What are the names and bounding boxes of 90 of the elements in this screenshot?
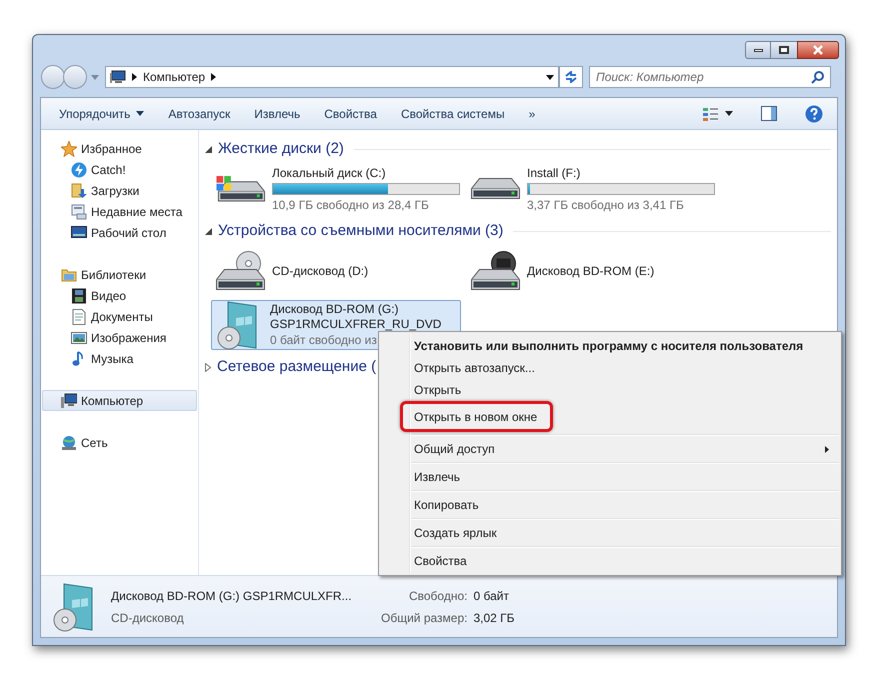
submenu-arrow-icon [825, 446, 829, 452]
menu-item[interactable]: Открыть [379, 379, 841, 401]
star-icon [61, 140, 77, 156]
sidebar-item[interactable]: Избранное [42, 138, 197, 159]
expand-icon[interactable] [205, 362, 211, 372]
toolbar-button[interactable]: Автозапуск [160, 102, 238, 126]
optical-drive-icon [216, 251, 266, 291]
details-label: Свободно: [408, 588, 468, 604]
sidebar-item[interactable]: Библиотеки [42, 264, 197, 285]
menu-item[interactable]: Свойства [379, 550, 841, 572]
menu-item[interactable]: Открыть автозапуск... [379, 357, 841, 379]
view-options-button[interactable] [703, 106, 733, 120]
details-name: Дисковод BD-ROM (G:) GSP1RMCULXFR... [111, 588, 353, 604]
details-type: CD-дисковод [111, 610, 185, 626]
sidebar-item[interactable]: Рабочий стол [42, 222, 197, 243]
address-bar[interactable]: Компьютер [105, 66, 559, 88]
caret-icon [725, 111, 733, 116]
menu-item[interactable]: Общий доступ [379, 438, 841, 466]
folder-icon [61, 266, 77, 282]
globe-icon [61, 434, 77, 450]
details-value: 3,02 ГБ [473, 610, 515, 626]
details-view-icon [703, 106, 719, 120]
lightning-icon [71, 162, 87, 178]
dropdown-icon[interactable] [546, 74, 554, 80]
free-space-text: 10,9 ГБ свободно из 28,4 ГБ [272, 196, 430, 212]
drive-name: Дисковод BD-ROM (E:) [527, 264, 654, 278]
sidebar-item[interactable]: Изображения [42, 327, 197, 348]
toolbar-button[interactable]: Свойства системы [392, 102, 513, 126]
sidebar-item[interactable]: Музыка [42, 348, 197, 369]
refresh-button[interactable] [559, 66, 583, 88]
toolbar-button[interactable]: » [520, 102, 544, 126]
hard-drive-icon [471, 178, 521, 200]
toolbar-button[interactable]: Упорядочить [51, 102, 152, 126]
drive-name: Локальный диск (C:) [272, 166, 387, 180]
close-icon [812, 45, 824, 55]
picture-icon [71, 330, 87, 346]
forward-button[interactable] [63, 65, 87, 89]
maximize-icon [779, 46, 789, 54]
section-header[interactable]: Устройства со съемными носителями (3) [218, 220, 504, 242]
hard-drive-icon [216, 175, 266, 203]
menu-item[interactable]: Создать ярлык [379, 522, 841, 550]
menu-item[interactable]: Извлечь [379, 466, 841, 494]
refresh-icon [564, 71, 578, 83]
drive-item[interactable]: Дисковод BD-ROM (E:) [466, 246, 716, 296]
preview-pane-icon[interactable] [761, 106, 777, 121]
minimize-icon [754, 48, 762, 52]
sidebar-item[interactable]: Компьютер [42, 390, 197, 411]
film-icon [71, 288, 87, 304]
details-label: Общий размер: [381, 610, 468, 626]
sidebar-item[interactable]: Видео [42, 285, 197, 306]
section-header[interactable]: Сетевое размещение ( [217, 356, 376, 378]
sidebar-item[interactable]: Документы [42, 306, 197, 327]
sidebar-item[interactable]: Catch! [42, 159, 197, 180]
free-space-text: 3,37 ГБ свободно из 3,41 ГБ [527, 196, 685, 212]
optical-drive-icon [471, 251, 521, 291]
sidebar-item[interactable]: Загрузки [42, 180, 197, 201]
monitor-icon [71, 224, 87, 240]
maximize-button[interactable] [771, 41, 797, 59]
drive-item[interactable]: Локальный диск (C:) 10,9 ГБ свободно из 28,4 ГБ [211, 164, 461, 214]
details-value: 0 байт [473, 588, 510, 604]
toolbar-button[interactable]: Свойства [316, 102, 385, 126]
collapse-icon[interactable] [205, 146, 212, 152]
drive-item[interactable]: CD-дисковод (D:) [211, 246, 461, 296]
computer-icon [61, 392, 77, 408]
folder-arrow-icon [71, 182, 87, 198]
drive-name: CD-дисковод (D:) [272, 264, 368, 278]
section-header[interactable]: Жесткие диски (2) [218, 138, 344, 160]
search-icon [811, 70, 825, 84]
document-icon [71, 308, 87, 324]
volume-label: GSP1RMCULXFRER_RU_DVD [270, 317, 442, 332]
sidebar-item[interactable]: Сеть [42, 432, 197, 453]
chevron-icon [132, 73, 137, 81]
computer-icon [110, 70, 126, 84]
recent-places-icon [71, 204, 87, 220]
drive-name: Дисковод BD-ROM (G:) [270, 302, 400, 317]
menu-item[interactable]: Копировать [379, 494, 841, 522]
caret-icon [136, 111, 144, 116]
breadcrumb-item[interactable]: Компьютер [143, 68, 206, 86]
menu-item[interactable]: Открыть в новом окне [379, 401, 841, 438]
minimize-button[interactable] [745, 41, 771, 59]
drive-name: Install (F:) [527, 166, 582, 180]
back-button[interactable] [41, 65, 65, 89]
sidebar-item[interactable]: Недавние места [42, 201, 197, 222]
chevron-icon [211, 73, 216, 81]
help-icon[interactable] [805, 104, 823, 122]
drive-item[interactable]: Install (F:) 3,37 ГБ свободно из 3,41 ГБ [466, 164, 716, 214]
toolbar-button[interactable]: Извлечь [246, 102, 308, 126]
search-field[interactable]: Поиск: Компьютер [589, 66, 831, 88]
close-button[interactable] [797, 41, 839, 59]
collapse-icon[interactable] [205, 228, 212, 234]
